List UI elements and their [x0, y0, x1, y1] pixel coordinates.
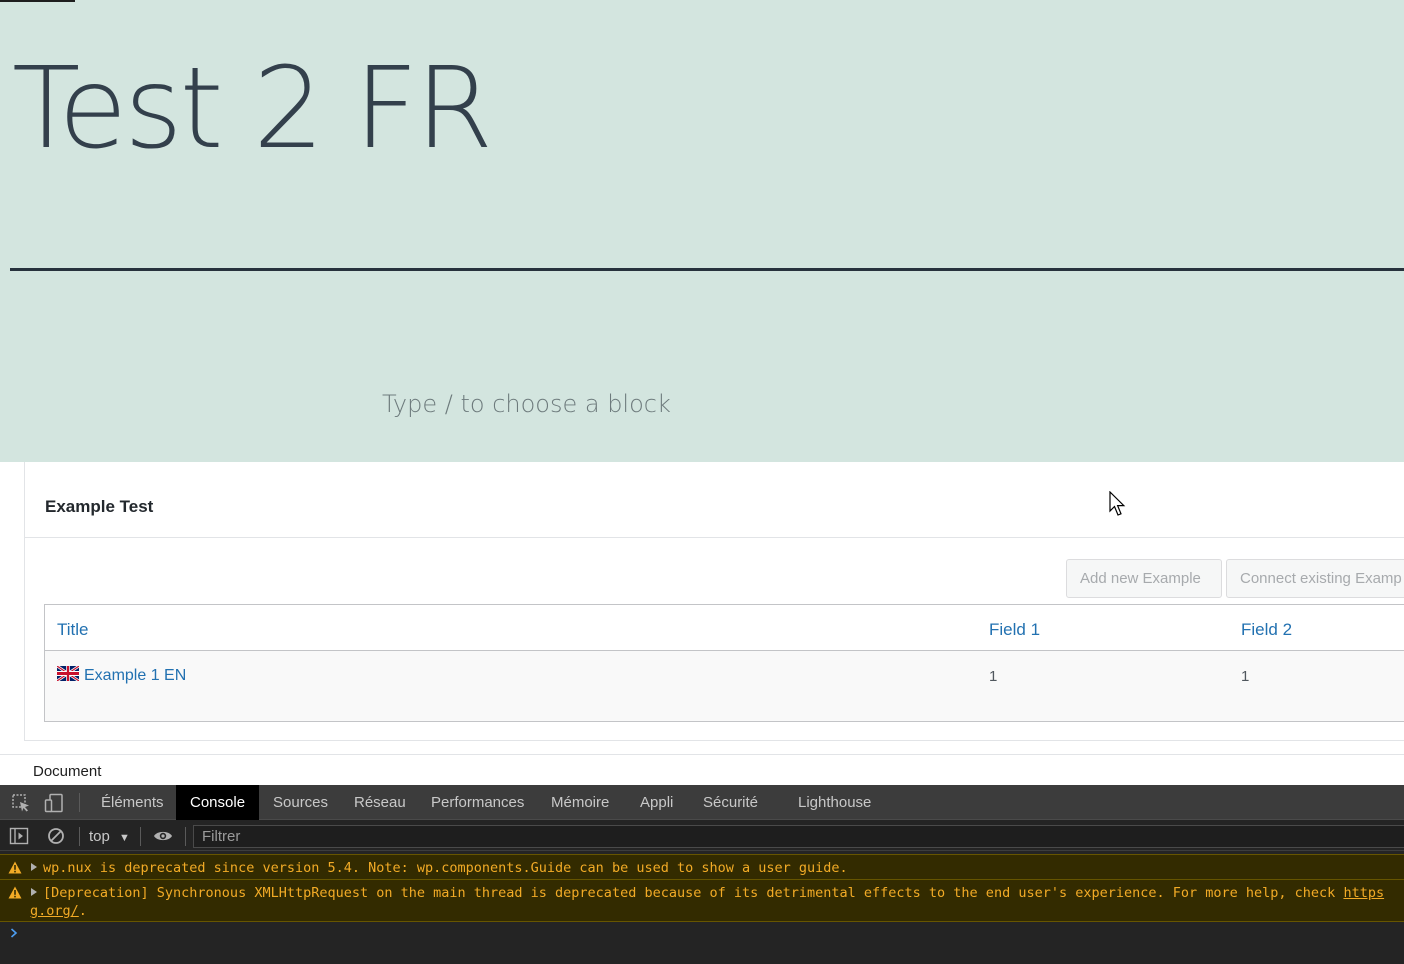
tab-performance[interactable]: Performances [417, 785, 538, 820]
row-title-link[interactable]: Example 1 EN [84, 667, 186, 685]
row-field-1: 1 [989, 668, 998, 685]
show-sidebar-icon[interactable] [9, 826, 29, 846]
console-toolbar: top ▼ [0, 821, 1404, 851]
block-breadcrumb-bar: Document [0, 754, 1404, 785]
tab-application[interactable]: Appli [626, 785, 687, 820]
console-prompt-chevron-icon[interactable] [10, 928, 18, 938]
post-title[interactable]: Test 2 FR [12, 44, 493, 174]
toolbar-separator [79, 827, 80, 846]
metabox-header[interactable]: Example Test [25, 462, 1404, 538]
javascript-context-select[interactable]: top ▼ [89, 828, 130, 845]
toolbar-separator [140, 827, 141, 846]
row-field-2: 1 [1241, 668, 1250, 685]
console-filter-input[interactable] [193, 825, 1404, 848]
tab-sources[interactable]: Sources [259, 785, 342, 820]
help-link[interactable]: https [1343, 885, 1384, 901]
warning-message-text: [Deprecation] Synchronous XMLHttpRequest… [43, 885, 1384, 901]
warning-message-continuation: g.org/. [30, 903, 87, 919]
live-expression-eye-icon[interactable] [153, 826, 173, 846]
breadcrumb-document[interactable]: Document [33, 763, 101, 780]
column-header-title[interactable]: Title [57, 620, 89, 640]
editor-canvas[interactable]: Test 2 FR Type / to choose a block [0, 0, 1404, 462]
uk-flag-icon [57, 666, 79, 681]
tab-lighthouse[interactable]: Lighthouse [784, 785, 885, 820]
block-appender-placeholder[interactable]: Type / to choose a block [382, 390, 671, 418]
warning-icon [8, 861, 22, 874]
metabox-title: Example Test [45, 497, 154, 516]
console-warning-message: [Deprecation] Synchronous XMLHttpRequest… [0, 880, 1404, 922]
title-separator [10, 268, 1404, 271]
table-header: Title Field 1 Field 2 [45, 605, 1404, 651]
metabox-area: Example Test Add new Example Connect exi… [0, 462, 1404, 785]
tab-network[interactable]: Réseau [340, 785, 420, 820]
warning-message-text: wp.nux is deprecated since version 5.4. … [43, 860, 848, 876]
clear-console-icon[interactable] [46, 826, 66, 846]
tab-console[interactable]: Console [176, 785, 260, 820]
connect-existing-example-button[interactable]: Connect existing Examp [1226, 559, 1404, 598]
top-tab-indicator [0, 0, 75, 2]
device-toolbar-icon[interactable] [44, 793, 64, 813]
example-test-metabox: Example Test Add new Example Connect exi… [24, 462, 1404, 741]
devtools-panel: Éléments Console Sources Réseau Performa… [0, 785, 1404, 964]
warning-message-body: [Deprecation] Synchronous XMLHttpRequest… [43, 885, 1344, 901]
column-header-field-1[interactable]: Field 1 [989, 620, 1040, 640]
tab-separator [79, 793, 80, 812]
relationship-table: Title Field 1 Field 2 Example 1 EN 1 1 [44, 604, 1404, 722]
screen: Test 2 FR Type / to choose a block Examp… [0, 0, 1404, 964]
warning-message-tail: . [78, 903, 87, 919]
table-row: Example 1 EN 1 1 [45, 652, 1404, 722]
toolbar-separator [185, 827, 186, 846]
devtools-tab-bar: Éléments Console Sources Réseau Performa… [0, 785, 1404, 820]
tab-security[interactable]: Sécurité [689, 785, 772, 820]
context-value: top [89, 828, 110, 845]
tab-elements[interactable]: Éléments [87, 785, 178, 820]
expand-arrow-icon[interactable] [31, 863, 37, 871]
add-new-example-button[interactable]: Add new Example [1066, 559, 1222, 598]
tab-memory[interactable]: Mémoire [537, 785, 623, 820]
inspect-element-icon[interactable] [11, 793, 31, 813]
warning-icon [8, 886, 22, 899]
expand-arrow-icon[interactable] [31, 888, 37, 896]
column-header-field-2[interactable]: Field 2 [1241, 620, 1292, 640]
dropdown-arrow-icon: ▼ [119, 832, 130, 844]
mouse-cursor-icon [1109, 491, 1126, 516]
help-link-continuation[interactable]: g.org/ [30, 903, 79, 919]
console-warning-message: wp.nux is deprecated since version 5.4. … [0, 854, 1404, 880]
